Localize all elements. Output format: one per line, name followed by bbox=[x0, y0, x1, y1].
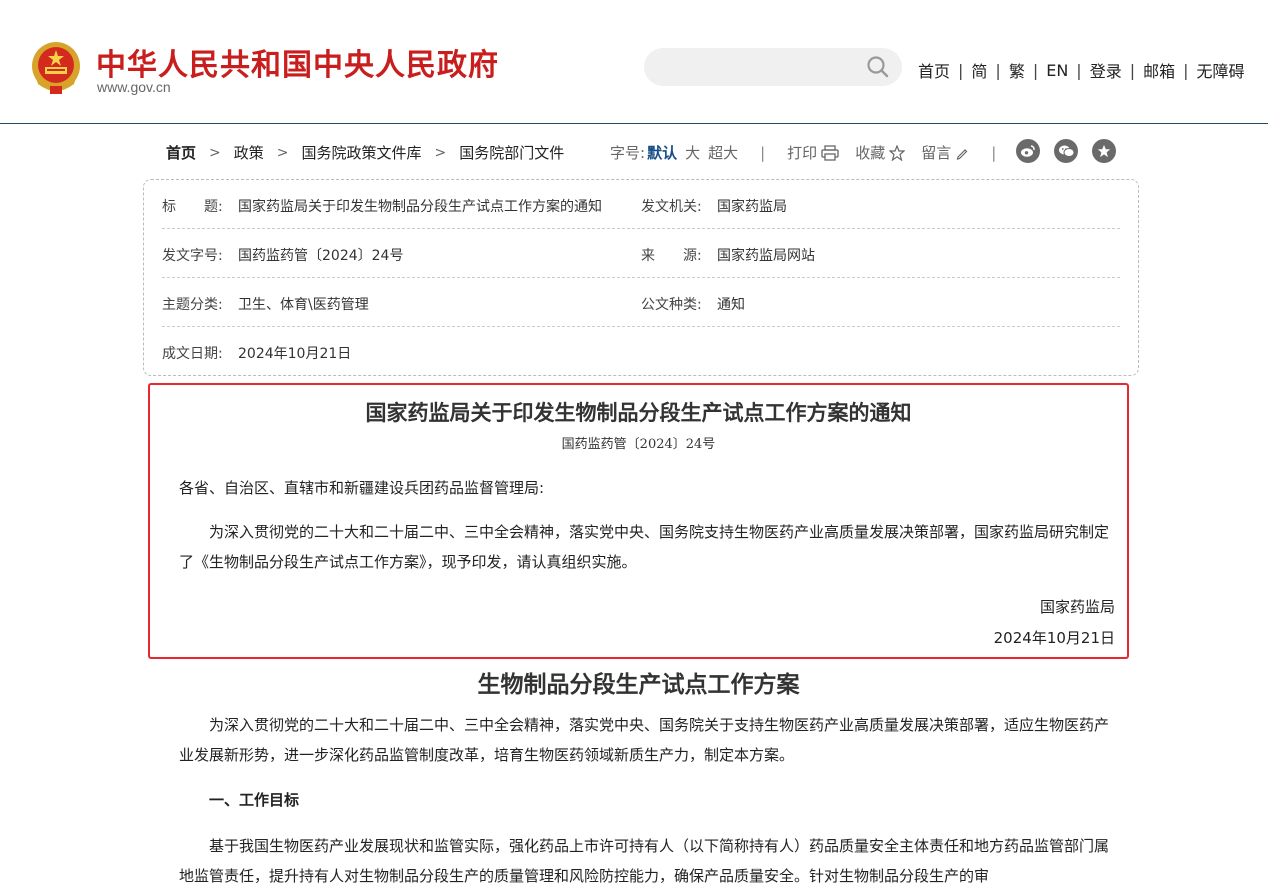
nav-separator: | bbox=[1129, 60, 1136, 80]
nav-separator: | bbox=[1076, 60, 1082, 80]
nav-english[interactable]: EN bbox=[1046, 61, 1068, 80]
breadcrumb-policy[interactable]: 政策 bbox=[234, 142, 264, 163]
meta-docno-value: 国药监药管〔2024〕24号 bbox=[238, 248, 404, 264]
comment-label: 留言 bbox=[921, 144, 952, 162]
nav-login[interactable]: 登录 bbox=[1090, 58, 1122, 82]
meta-row: 成文日期: 2024年10月21日 bbox=[162, 327, 1120, 376]
nav-separator: | bbox=[995, 60, 1001, 80]
search-icon[interactable] bbox=[866, 55, 890, 79]
notice-signer: 国家药监局 bbox=[1039, 598, 1115, 616]
meta-source-value: 国家药监局网站 bbox=[717, 248, 815, 264]
chevron-right-icon: > bbox=[276, 144, 289, 161]
nav-separator: | bbox=[958, 60, 964, 80]
nav-accessibility[interactable]: 无障碍 bbox=[1197, 58, 1245, 82]
notice-title: 国家药监局关于印发生物制品分段生产试点工作方案的通知 bbox=[365, 400, 912, 425]
breadcrumb-home[interactable]: 首页 bbox=[166, 142, 196, 163]
top-nav: 首页 | 简 | 繁 | EN | 登录 | 邮箱 | 无障碍 bbox=[918, 58, 1245, 82]
font-size-large[interactable]: 大 bbox=[685, 142, 700, 163]
meta-key: 公文种类: bbox=[641, 297, 702, 313]
meta-row: 主题分类: 卫生、体育\医药管理 公文种类: 通知 bbox=[162, 278, 1120, 327]
nav-home[interactable]: 首页 bbox=[918, 58, 950, 82]
meta-row: 标 题: 国家药监局关于印发生物制品分段生产试点工作方案的通知 发文机关: 国家… bbox=[162, 180, 1120, 229]
plan-title: 生物制品分段生产试点工作方案 bbox=[477, 671, 800, 698]
weibo-icon[interactable] bbox=[1016, 139, 1040, 163]
nav-simplified[interactable]: 简 bbox=[971, 58, 987, 82]
chevron-right-icon: > bbox=[209, 144, 221, 161]
notice-date: 2024年10月21日 bbox=[993, 629, 1115, 647]
print-button[interactable]: 打印 bbox=[787, 142, 839, 163]
document-meta-table: 标 题: 国家药监局关于印发生物制品分段生产试点工作方案的通知 发文机关: 国家… bbox=[143, 179, 1139, 376]
print-label: 打印 bbox=[787, 144, 818, 162]
search-input[interactable] bbox=[662, 56, 862, 78]
meta-date-value: 2024年10月21日 bbox=[238, 346, 352, 362]
favorite-button[interactable]: 收藏 bbox=[855, 142, 906, 163]
star-circle-icon[interactable] bbox=[1092, 139, 1116, 163]
pencil-icon bbox=[956, 148, 968, 160]
chevron-right-icon: > bbox=[434, 144, 447, 161]
meta-key: 发文机关: bbox=[641, 199, 702, 215]
nav-mailbox[interactable]: 邮箱 bbox=[1143, 58, 1175, 82]
meta-issuer-value: 国家药监局 bbox=[717, 199, 787, 215]
favorite-label: 收藏 bbox=[855, 144, 886, 162]
font-size-xlarge[interactable]: 超大 bbox=[708, 142, 738, 163]
tools-separator: | bbox=[991, 143, 997, 162]
nav-separator: | bbox=[1032, 60, 1039, 80]
meta-key: 发文字号: bbox=[162, 248, 223, 264]
meta-row: 发文字号: 国药监药管〔2024〕24号 来 源: 国家药监局网站 bbox=[162, 229, 1120, 278]
breadcrumb-policy-library[interactable]: 国务院政策文件库 bbox=[302, 142, 422, 163]
comment-button[interactable]: 留言 bbox=[921, 142, 969, 163]
breadcrumb-department-docs[interactable]: 国务院部门文件 bbox=[459, 142, 564, 163]
printer-icon bbox=[821, 144, 839, 161]
plan-intro-paragraph: 为深入贯彻党的二十大和二十届二中、三中全会精神，落实党中央、国务院关于支持生物医… bbox=[179, 716, 1110, 764]
nav-separator: | bbox=[1183, 60, 1189, 80]
plan-section-heading: 一、工作目标 bbox=[209, 791, 300, 809]
tools-separator: | bbox=[760, 143, 766, 162]
article-tools: 字号: 默认 大 超大 | 打印 收藏 留言 | bbox=[610, 142, 1018, 163]
star-outline-icon bbox=[889, 144, 906, 161]
national-emblem-icon[interactable] bbox=[30, 40, 82, 96]
meta-topic-value: 卫生、体育\医药管理 bbox=[238, 297, 369, 313]
search-box bbox=[644, 48, 902, 86]
meta-key: 成文日期: bbox=[162, 346, 223, 362]
nav-traditional[interactable]: 繁 bbox=[1009, 58, 1025, 82]
notice-doc-number: 国药监药管〔2024〕24号 bbox=[561, 437, 716, 452]
site-title[interactable]: 中华人民共和国中央人民政府 bbox=[96, 40, 499, 84]
font-size-default[interactable]: 默认 bbox=[647, 142, 677, 163]
site-header: 中华人民共和国中央人民政府 www.gov.cn 首页 | 简 | 繁 | EN | 登… bbox=[0, 0, 1268, 124]
notice-body: 为深入贯彻党的二十大和二十届二中、三中全会精神，落实党中央、国务院支持生物医药产… bbox=[179, 523, 1110, 571]
notice-highlight-box: 国家药监局关于印发生物制品分段生产试点工作方案的通知 国药监药管〔2024〕24… bbox=[148, 383, 1129, 659]
font-size-label: 字号: bbox=[610, 144, 646, 162]
breadcrumb: 首页 > 政策 > 国务院政策文件库 > 国务院部门文件 bbox=[166, 142, 564, 163]
plan-section-paragraph: 基于我国生物医药产业发展现状和监管实际，强化药品上市许可持有人（以下简称持有人）… bbox=[179, 837, 1110, 885]
meta-key: 来 源: bbox=[641, 248, 702, 264]
notice-addressee: 各省、自治区、直辖市和新疆建设兵团药品监督管理局: bbox=[179, 479, 545, 497]
meta-type-value: 通知 bbox=[717, 297, 745, 313]
meta-key: 标 题: bbox=[162, 199, 223, 215]
site-domain[interactable]: www.gov.cn bbox=[97, 79, 171, 95]
meta-title-value: 国家药监局关于印发生物制品分段生产试点工作方案的通知 bbox=[238, 199, 602, 215]
meta-key: 主题分类: bbox=[162, 297, 223, 313]
wechat-icon[interactable] bbox=[1054, 139, 1078, 163]
